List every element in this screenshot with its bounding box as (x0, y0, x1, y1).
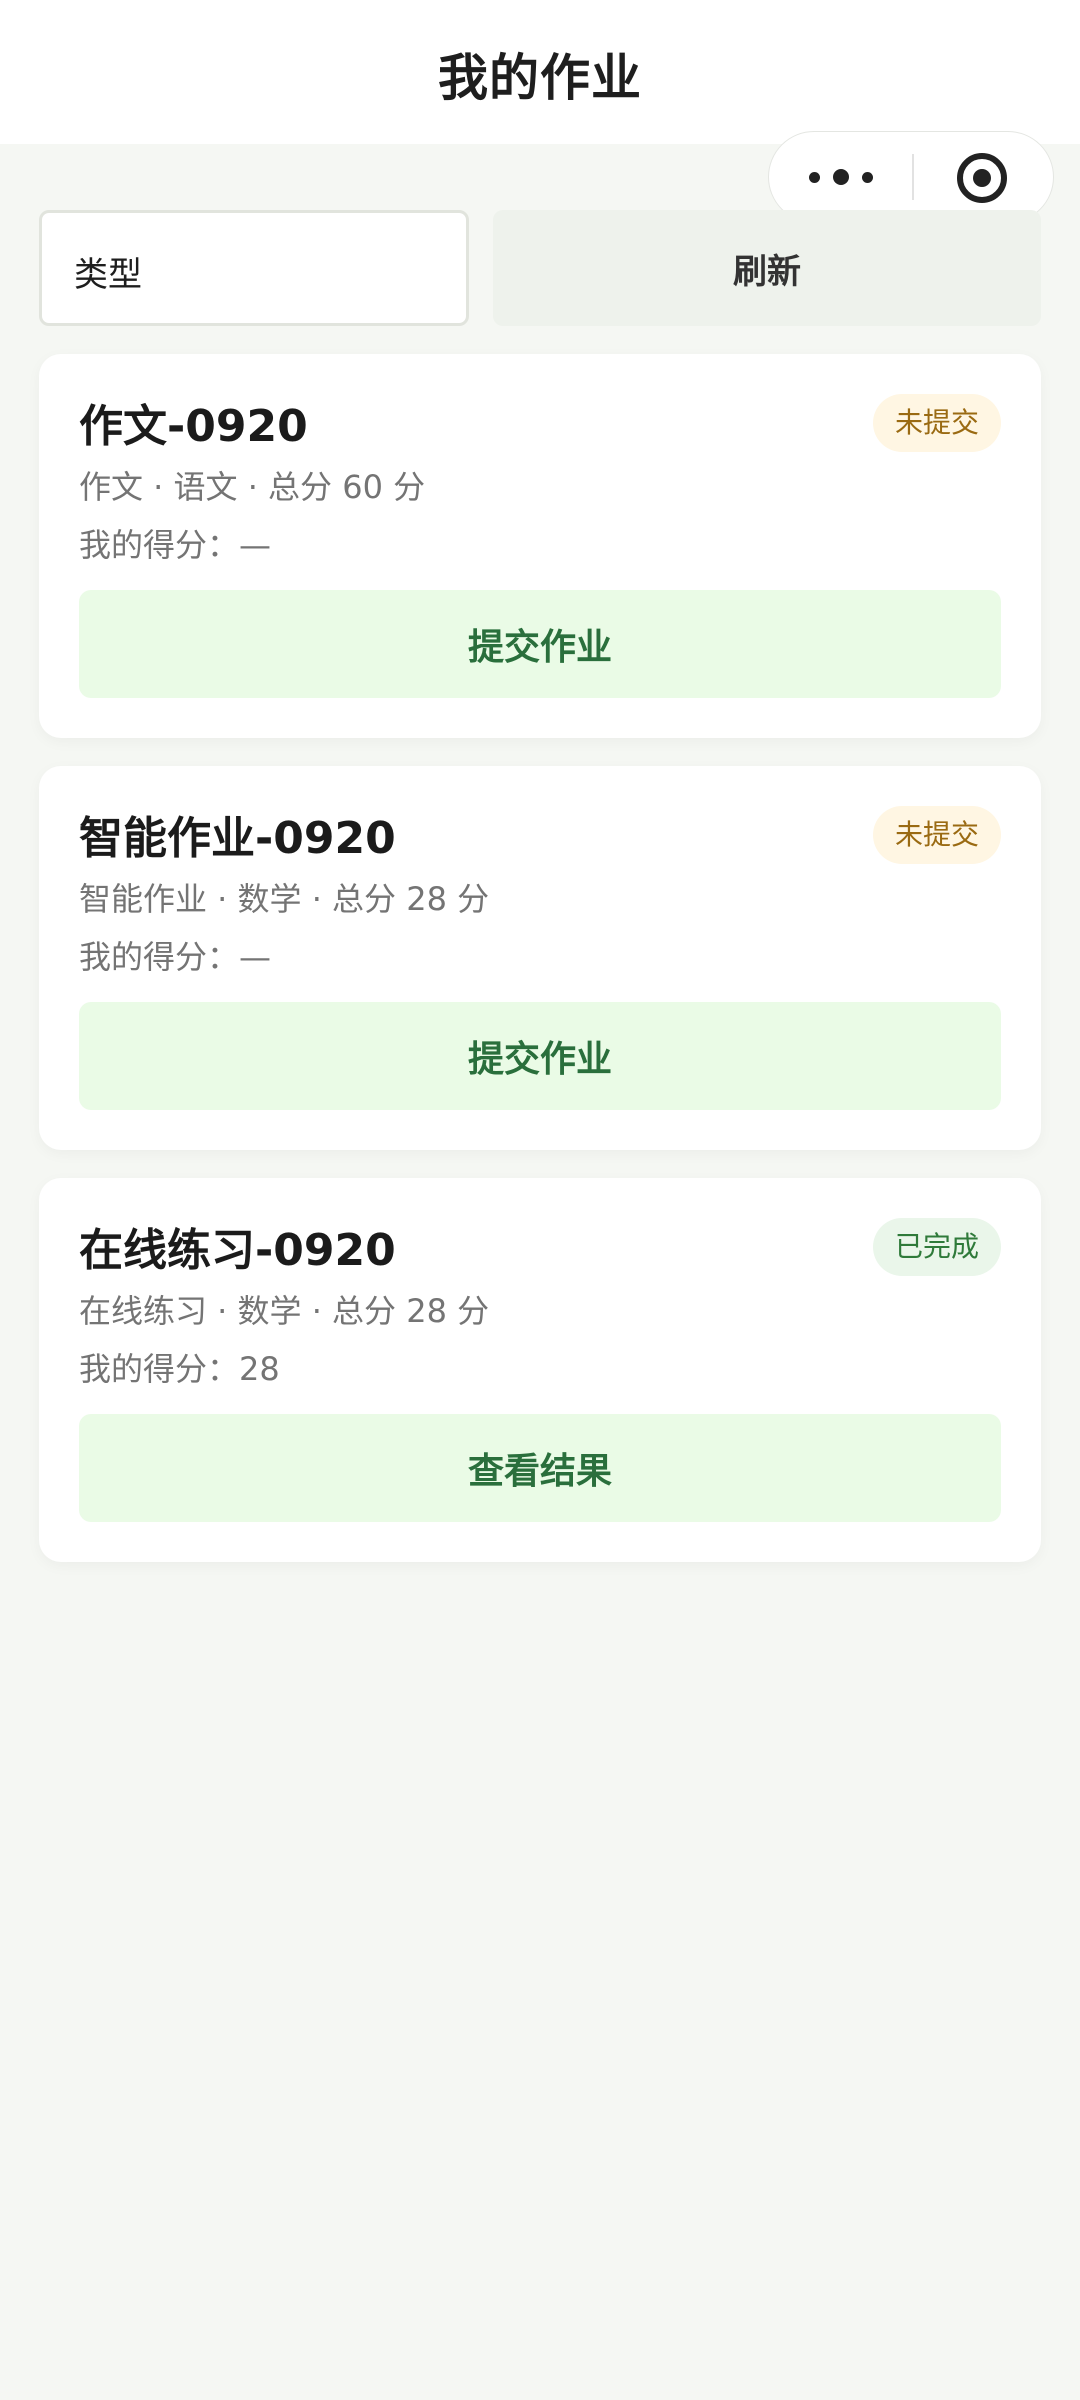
type-select[interactable]: 类型 (39, 210, 469, 326)
type-select-label: 类型 (74, 255, 142, 295)
assignment-meta: 智能作业 · 数学 · 总分 28 分 (79, 880, 490, 918)
view-result-button[interactable]: 查看结果 (79, 1414, 1001, 1522)
assignment-card: 作文-0920 未提交 作文 · 语文 · 总分 60 分 我的得分：— 提交作… (39, 354, 1041, 738)
assignment-score: 我的得分：28 (79, 1350, 280, 1388)
submit-assignment-button[interactable]: 提交作业 (79, 590, 1001, 698)
status-badge: 未提交 (872, 806, 1001, 864)
page-title: 我的作业 (438, 49, 642, 107)
assignment-meta: 在线练习 · 数学 · 总分 28 分 (79, 1292, 490, 1330)
assignment-card: 在线练习-0920 已完成 在线练习 · 数学 · 总分 28 分 我的得分：2… (39, 1178, 1041, 1562)
filter-row: 类型 刷新 (39, 210, 1041, 326)
assignment-score: 我的得分：— (79, 938, 272, 976)
target-icon[interactable] (955, 151, 1009, 205)
assignment-meta: 作文 · 语文 · 总分 60 分 (79, 468, 426, 506)
more-dots-icon[interactable] (809, 132, 873, 222)
nav-bar: 我的作业 (0, 0, 1080, 144)
assignment-card: 智能作业-0920 未提交 智能作业 · 数学 · 总分 28 分 我的得分：—… (39, 766, 1041, 1150)
assignment-score: 我的得分：— (79, 526, 272, 564)
assignment-title: 在线练习-0920 (79, 1225, 396, 1276)
assignment-title: 智能作业-0920 (79, 813, 396, 864)
assignment-title: 作文-0920 (79, 401, 308, 452)
capsule-divider (912, 154, 914, 200)
submit-assignment-button[interactable]: 提交作业 (79, 1002, 1001, 1110)
status-badge: 未提交 (872, 394, 1001, 452)
refresh-button[interactable]: 刷新 (493, 210, 1041, 326)
status-badge: 已完成 (872, 1218, 1001, 1276)
